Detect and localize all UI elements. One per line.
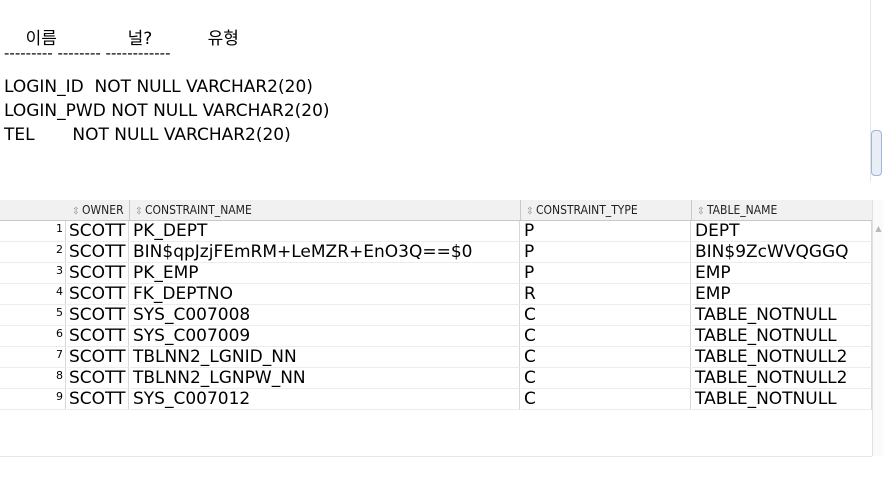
cell-table-name[interactable]: TABLE_NOTNULL — [692, 326, 872, 347]
cell-constraint-name[interactable]: SYS_C007012 — [130, 389, 520, 410]
cell-constraint-type[interactable]: R — [521, 284, 691, 305]
cell-table-name[interactable]: TABLE_NOTNULL2 — [692, 347, 872, 368]
cell-constraint-type[interactable]: C — [521, 305, 691, 326]
row-number-header — [0, 200, 68, 221]
cell-table-name[interactable]: BIN$9ZcWVQGGQ — [692, 242, 872, 263]
cell-constraint-type[interactable]: C — [521, 347, 691, 368]
sort-icon[interactable]: ⇳ — [133, 202, 145, 220]
table-row[interactable]: 7 SCOTT TBLNN2_LGNID_NN C TABLE_NOTNULL2 — [0, 347, 872, 368]
sort-icon[interactable]: ⇳ — [524, 202, 536, 220]
cell-constraint-name[interactable]: SYS_C007008 — [130, 305, 520, 326]
cell-table-name[interactable]: TABLE_NOTNULL — [692, 305, 872, 326]
cell-constraint-name[interactable]: BIN$qpJzjFEmRM+LeMZR+EnO3Q==$0 — [130, 242, 520, 263]
cell-constraint-name[interactable]: PK_EMP — [130, 263, 520, 284]
cell-owner[interactable]: SCOTT — [67, 347, 129, 368]
cell-owner[interactable]: SCOTT — [67, 326, 129, 347]
table-row[interactable]: 5 SCOTT SYS_C007008 C TABLE_NOTNULL — [0, 305, 872, 326]
cell-constraint-name[interactable]: SYS_C007009 — [130, 326, 520, 347]
cell-constraint-type[interactable]: C — [521, 326, 691, 347]
cell-table-name[interactable]: TABLE_NOTNULL — [692, 389, 872, 410]
describe-separator: --------- -------- ------------ — [4, 44, 171, 62]
scroll-up-icon[interactable]: ▲ — [874, 224, 883, 234]
script-output-pane[interactable]: 이름 널? 유형 --------- -------- ------------ L… — [0, 0, 883, 182]
output-scroll-thumb[interactable] — [871, 130, 882, 176]
cell-constraint-name[interactable]: PK_DEPT — [130, 221, 520, 242]
cell-constraint-type[interactable]: C — [521, 389, 691, 410]
cell-owner[interactable]: SCOTT — [67, 263, 129, 284]
cell-owner[interactable]: SCOTT — [67, 242, 129, 263]
row-number[interactable]: 3 — [0, 263, 66, 284]
table-row[interactable]: 6 SCOTT SYS_C007009 C TABLE_NOTNULL — [0, 326, 872, 347]
divider — [0, 456, 872, 457]
table-row[interactable]: 2 SCOTT BIN$qpJzjFEmRM+LeMZR+EnO3Q==$0 P BIN… — [0, 242, 872, 263]
table-row[interactable]: 3 SCOTT PK_EMP P EMP — [0, 263, 872, 284]
table-row[interactable]: 1 SCOTT PK_DEPT P DEPT — [0, 221, 872, 242]
table-row[interactable]: 4 SCOTT FK_DEPTNO R EMP — [0, 284, 872, 305]
row-number[interactable]: 8 — [0, 368, 66, 389]
row-number[interactable]: 9 — [0, 389, 66, 410]
row-number[interactable]: 2 — [0, 242, 66, 263]
table-row[interactable]: 8 SCOTT TBLNN2_LGNPW_NN C TABLE_NOTNULL2 — [0, 368, 872, 389]
cell-table-name[interactable]: TABLE_NOTNULL2 — [692, 368, 872, 389]
cell-constraint-name[interactable]: FK_DEPTNO — [130, 284, 520, 305]
cell-table-name[interactable]: DEPT — [692, 221, 872, 242]
query-result-grid[interactable]: ⇳ OWNER ⇳ CONSTRAINT_NAME ⇳ CONSTRAINT_TYPE… — [0, 200, 883, 456]
cell-owner[interactable]: SCOTT — [67, 368, 129, 389]
column-header-owner[interactable]: ⇳ OWNER — [67, 200, 130, 221]
cell-constraint-type[interactable]: C — [521, 368, 691, 389]
cell-owner[interactable]: SCOTT — [67, 221, 129, 242]
header-type: 유형 — [207, 29, 239, 49]
row-number[interactable]: 4 — [0, 284, 66, 305]
column-header-constraint-type[interactable]: ⇳ CONSTRAINT_TYPE — [521, 200, 692, 221]
cell-owner[interactable]: SCOTT — [67, 389, 129, 410]
cell-owner[interactable]: SCOTT — [67, 305, 129, 326]
cell-owner[interactable]: SCOTT — [67, 284, 129, 305]
cell-constraint-type[interactable]: P — [521, 263, 691, 284]
sort-icon[interactable]: ⇳ — [695, 202, 707, 220]
sort-icon[interactable]: ⇳ — [70, 202, 82, 220]
cell-constraint-name[interactable]: TBLNN2_LGNPW_NN — [130, 368, 520, 389]
describe-line: LOGIN_PWD NOT NULL VARCHAR2(20) — [4, 101, 330, 121]
row-number[interactable]: 5 — [0, 305, 66, 326]
table-row[interactable]: 9 SCOTT SYS_C007012 C TABLE_NOTNULL — [0, 389, 872, 410]
output-scrollbar[interactable] — [870, 0, 883, 182]
cell-table-name[interactable]: EMP — [692, 263, 872, 284]
cell-constraint-type[interactable]: P — [521, 242, 691, 263]
row-number[interactable]: 1 — [0, 221, 66, 242]
cell-constraint-name[interactable]: TBLNN2_LGNID_NN — [130, 347, 520, 368]
describe-line: LOGIN_ID NOT NULL VARCHAR2(20) — [4, 77, 313, 97]
cell-table-name[interactable]: EMP — [692, 284, 872, 305]
cell-constraint-type[interactable]: P — [521, 221, 691, 242]
column-header-constraint-name[interactable]: ⇳ CONSTRAINT_NAME — [130, 200, 521, 221]
row-number[interactable]: 6 — [0, 326, 66, 347]
row-number[interactable]: 7 — [0, 347, 66, 368]
grid-scrollbar[interactable]: ▲ — [872, 200, 883, 456]
describe-line: TEL NOT NULL VARCHAR2(20) — [4, 125, 291, 145]
column-header-table-name[interactable]: ⇳ TABLE_NAME — [692, 200, 873, 221]
